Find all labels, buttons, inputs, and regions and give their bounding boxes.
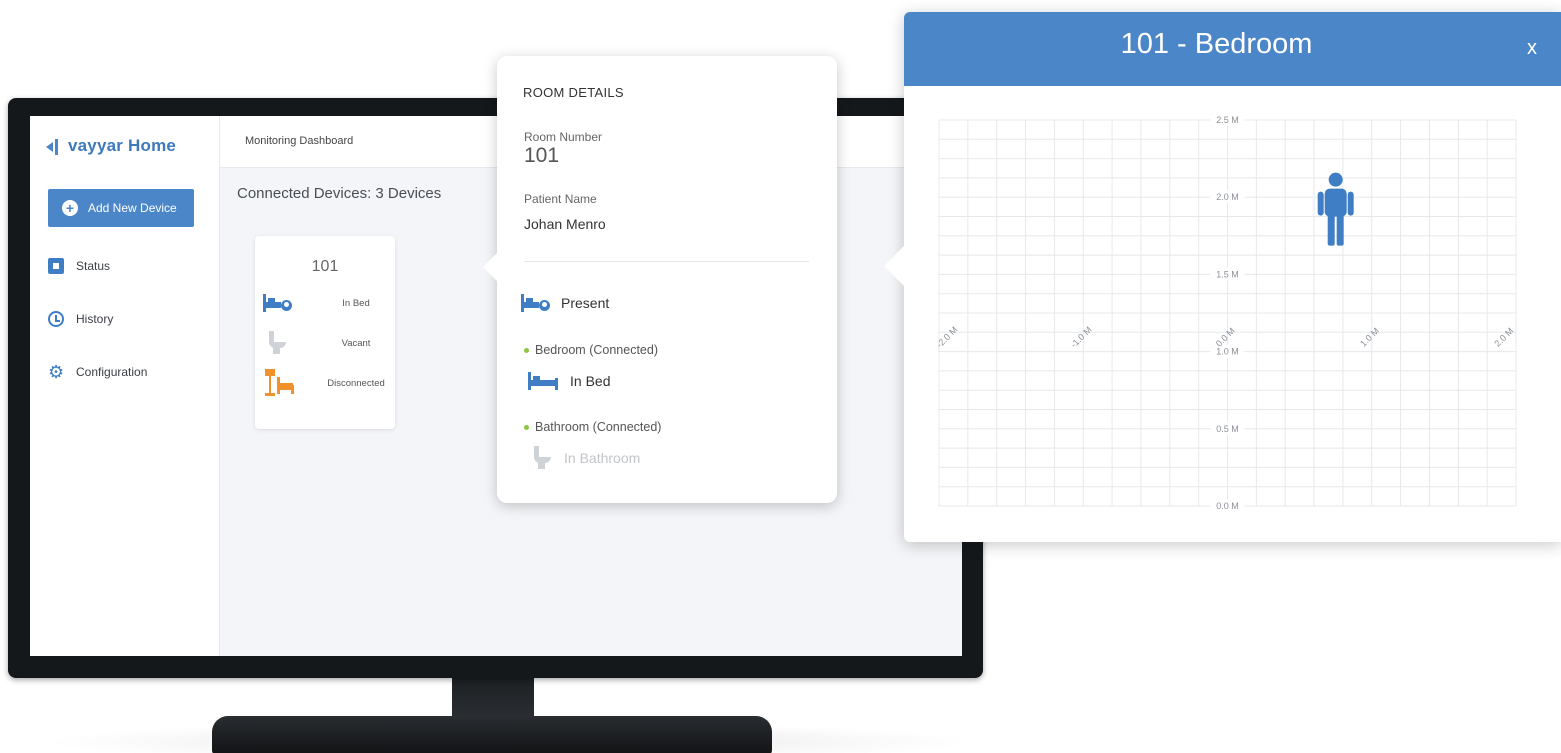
panel-arrow [884, 246, 904, 286]
connected-dot-icon [524, 347, 529, 353]
y-tick-label: 0.0 M [1216, 501, 1239, 511]
person-icon [1317, 172, 1354, 246]
panel-header: 101 - Bedroom x [904, 12, 1561, 86]
connected-devices-count: Connected Devices: 3 Devices [237, 185, 442, 202]
scene: vayyar Home + Add New Device Status Hist… [0, 0, 1561, 753]
vayyar-logo-icon [46, 139, 62, 155]
sensor-bedroom-status: In Bed [528, 372, 610, 390]
room-map-svg: 2.5 M 2.0 M 1.5 M 1.0 M 0.5 M 0.0 M -2.0 M -1.0… [934, 113, 1517, 512]
sensor-status: In Bed [570, 373, 611, 389]
room-details-popover: ROOM DETAILS Room Number 101 Patient Nam… [483, 56, 837, 503]
sidebar-item-label: Status [76, 259, 111, 273]
sidebar-item-label: Configuration [76, 365, 148, 379]
status-icon [48, 258, 64, 274]
y-tick-label: 1.5 M [1216, 269, 1239, 279]
sensor-name: Bathroom (Connected) [535, 420, 662, 434]
page-title: Monitoring Dashboard [245, 135, 354, 147]
monitor-neck [452, 676, 534, 720]
room-card-status: Vacant [341, 337, 371, 349]
gear-icon: ⚙ [48, 362, 65, 382]
sidebar: vayyar Home + Add New Device Status Hist… [30, 116, 220, 656]
sensor-name: Bedroom (Connected) [535, 343, 658, 357]
close-button[interactable]: x [1527, 37, 1537, 60]
sensor-bedroom-connection: Bedroom (Connected) [524, 343, 658, 357]
x-tick-label: -1.0 M [1069, 325, 1094, 350]
x-tick-label: -2.0 M [934, 325, 959, 350]
logo[interactable]: vayyar Home [46, 136, 176, 156]
sidebar-item-configuration[interactable]: ⚙ Configuration [48, 362, 148, 382]
sensor-bathroom-connection: Bathroom (Connected) [524, 420, 661, 434]
toilet-icon [267, 331, 287, 355]
x-tick-label: 1.0 M [1358, 326, 1381, 349]
room-map: 2.5 M 2.0 M 1.5 M 1.0 M 0.5 M 0.0 M -2.0 M -1.0… [904, 86, 1561, 542]
sensor-status: In Bathroom [564, 450, 641, 466]
sidebar-item-history[interactable]: History [48, 311, 113, 327]
presence-status: Present [561, 295, 610, 311]
bed-icon [528, 372, 558, 390]
patient-name-value: Johan Menro [524, 216, 606, 232]
bed-occupied-icon [521, 294, 550, 312]
add-new-device-button[interactable]: + Add New Device [48, 189, 194, 227]
room-card-number: 101 [311, 258, 339, 275]
room-card-row-bathroom: Vacant [263, 331, 387, 355]
plus-icon: + [62, 200, 78, 216]
divider [524, 261, 809, 262]
room-map-panel: 101 - Bedroom x 2.5 M 2.0 M 1.5 M 1.0 M 0.5 … [884, 12, 1561, 542]
sensor-bathroom-status: In Bathroom [532, 446, 640, 470]
room-card-101[interactable]: 101 In Bed Vacant Disconnected [255, 236, 395, 429]
room-number-label: Room Number [524, 130, 603, 144]
room-number-value: 101 [524, 144, 560, 167]
monitor-stand [212, 716, 772, 753]
room-card-status: Disconnected [327, 377, 385, 389]
x-tick-label: 2.0 M [1492, 326, 1515, 349]
sidebar-item-status[interactable]: Status [48, 258, 110, 274]
room-card-row-device: Disconnected [263, 369, 387, 397]
patient-name-label: Patient Name [524, 192, 597, 206]
y-tick-label: 2.5 M [1216, 115, 1239, 125]
bed-occupied-icon [263, 294, 292, 312]
room-details-heading: ROOM DETAILS [523, 85, 624, 100]
history-icon [48, 311, 64, 327]
connected-dot-icon [524, 424, 529, 430]
lamp-bed-icon [265, 369, 295, 397]
toilet-icon [532, 446, 552, 470]
add-new-device-label: Add New Device [88, 201, 177, 215]
presence-row: Present [521, 294, 609, 312]
logo-text: vayyar Home [68, 136, 177, 155]
y-tick-label: 0.5 M [1216, 424, 1239, 434]
room-card-row-bed: In Bed [263, 294, 387, 312]
panel-title: 101 - Bedroom [1120, 28, 1313, 60]
y-tick-label: 2.0 M [1216, 192, 1239, 202]
sidebar-item-label: History [76, 312, 114, 326]
room-card-status: In Bed [342, 297, 370, 309]
popover-arrow [483, 252, 498, 282]
